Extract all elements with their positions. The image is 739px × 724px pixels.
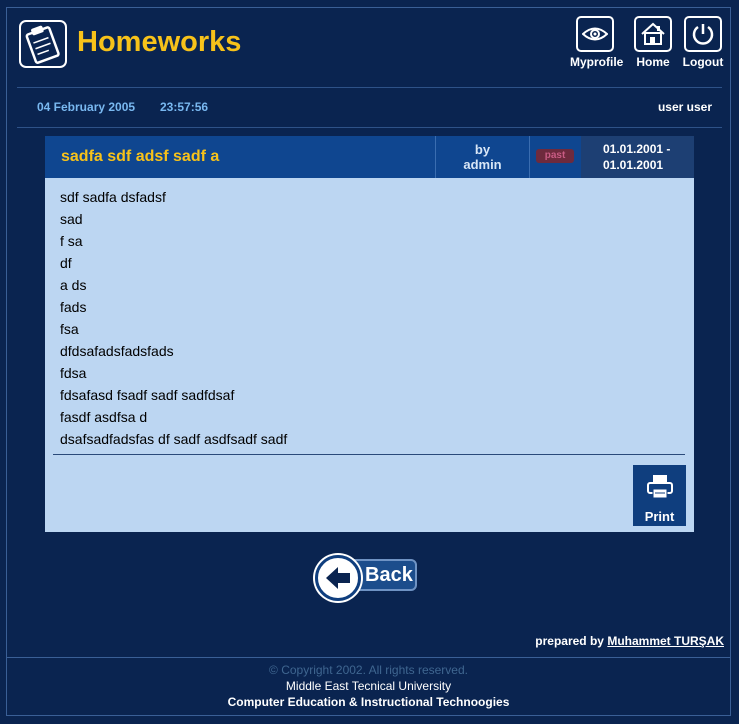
- logout-button[interactable]: Logout: [678, 16, 728, 69]
- home-label: Home: [636, 55, 670, 69]
- homework-author-cell: by admin: [436, 136, 529, 178]
- current-date: 04 February 2005: [37, 100, 136, 114]
- print-label: Print: [644, 509, 675, 524]
- body-line: a ds: [60, 277, 87, 293]
- footer: © Copyright 2002. All rights reserved. M…: [7, 662, 730, 710]
- header-divider: [17, 87, 722, 88]
- myprofile-label: Myprofile: [570, 55, 624, 69]
- body-line: fads: [60, 299, 87, 315]
- homework-dates: 01.01.2001 - 01.01.2001: [581, 136, 694, 178]
- clipboard-icon: [19, 20, 67, 68]
- power-icon: [684, 16, 722, 52]
- body-line: dsafsadfadsfas df sadf asdfsadf sadf: [60, 431, 288, 447]
- print-button[interactable]: Print: [633, 465, 686, 526]
- body-line: fdsa: [60, 365, 87, 381]
- homework-header: sadfa sdf adsf sadf a by admin past 01.0…: [45, 136, 694, 178]
- eye-icon: [576, 16, 614, 52]
- university-name: Middle East Tecnical University: [285, 679, 452, 693]
- back-arrow-icon: [315, 555, 361, 601]
- homework-body: sdf sadfa dsfadsf sad f sa df a ds fads …: [60, 186, 287, 450]
- homework-title: sadfa sdf adsf sadf a: [61, 148, 220, 165]
- status-divider: [17, 127, 722, 128]
- body-divider: [53, 454, 685, 455]
- body-line: fsa: [60, 321, 79, 337]
- copyright-text: © Copyright 2002. All rights reserved.: [269, 663, 468, 677]
- body-line: dfdsafadsfadsfads: [60, 343, 174, 359]
- body-line: sad: [60, 211, 83, 227]
- author-link[interactable]: Muhammet TURŞAK: [607, 634, 724, 648]
- date-to: 01.01.2001: [603, 158, 664, 172]
- body-line: sdf sadfa dsfadsf: [60, 189, 166, 205]
- status-cell: past: [530, 136, 580, 178]
- header: Homeworks Myprofile Home Logout: [7, 8, 730, 88]
- body-line: df: [60, 255, 72, 271]
- status-badge: past: [536, 149, 574, 163]
- prepared-by-label: prepared by: [535, 634, 604, 648]
- current-user: user user: [657, 100, 712, 114]
- myprofile-button[interactable]: Myprofile: [570, 16, 624, 69]
- printer-icon: [646, 475, 673, 499]
- main-frame: Homeworks Myprofile Home Logout 04 Febru…: [6, 7, 731, 716]
- credits: prepared by Muhammet TURŞAK: [535, 634, 724, 648]
- body-line: fasdf asdfsa d: [60, 409, 148, 425]
- homework-author: admin: [463, 157, 502, 172]
- back-button[interactable]: Back: [315, 555, 419, 601]
- page-title: Homeworks: [77, 26, 242, 58]
- home-button[interactable]: Home: [628, 16, 678, 69]
- by-label: by: [474, 142, 491, 157]
- current-time: 23:57:56: [160, 100, 209, 114]
- homework-card: sadfa sdf adsf sadf a by admin past 01.0…: [45, 136, 694, 532]
- footer-divider: [7, 657, 730, 658]
- back-label: Back: [365, 564, 413, 586]
- date-from: 01.01.2001 -: [603, 142, 671, 156]
- department-name: Computer Education & Instructional Techn…: [227, 695, 510, 709]
- house-icon: [634, 16, 672, 52]
- body-line: f sa: [60, 233, 83, 249]
- body-line: fdsafasd fsadf sadf sadfdsaf: [60, 387, 235, 403]
- logout-label: Logout: [682, 55, 724, 69]
